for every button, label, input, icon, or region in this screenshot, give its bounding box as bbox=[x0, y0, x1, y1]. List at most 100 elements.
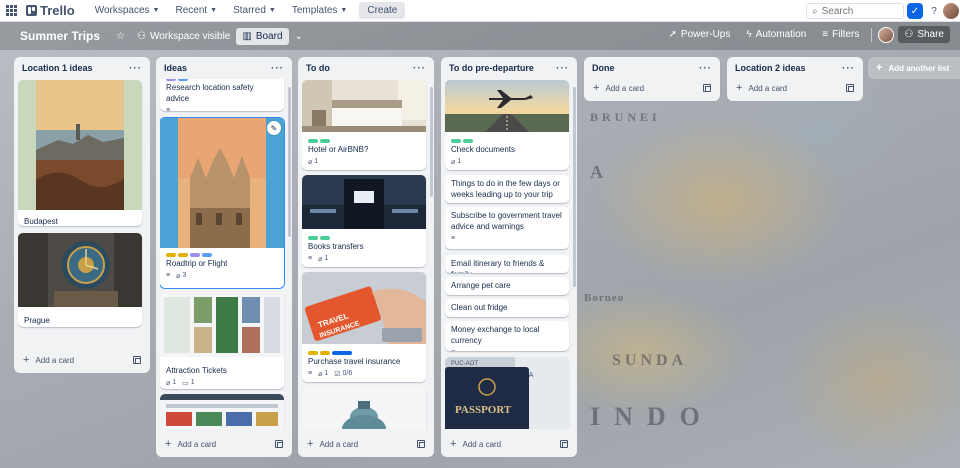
card[interactable]: Subscribe to government travel advice an… bbox=[445, 207, 569, 249]
member-avatar[interactable] bbox=[878, 26, 895, 43]
list-title[interactable]: To do pre-departure bbox=[449, 63, 534, 73]
list-title[interactable]: Location 2 ideas bbox=[735, 63, 806, 73]
list[interactable]: To do pre-departure ··· Check documents ⌀… bbox=[441, 57, 577, 457]
list-menu-icon[interactable]: ··· bbox=[413, 63, 426, 74]
list[interactable]: Location 1 ideas ··· Budapest Prague + A… bbox=[14, 57, 150, 373]
add-card-button[interactable]: + Add a card bbox=[733, 79, 857, 97]
map-label: SUNDA bbox=[612, 352, 688, 369]
recent-menu[interactable]: Recent ▼ bbox=[169, 3, 223, 18]
card[interactable] bbox=[160, 394, 284, 429]
add-card-button[interactable]: + Add a card bbox=[20, 351, 144, 369]
powerups-button[interactable]: ➚ Power-Ups bbox=[663, 26, 737, 43]
card-label[interactable] bbox=[190, 253, 200, 257]
list-menu-icon[interactable]: ··· bbox=[271, 63, 284, 74]
card[interactable]: Books transfers ≡ ⌀ 1 bbox=[302, 175, 426, 267]
share-button[interactable]: ⚇ Share bbox=[898, 26, 950, 43]
list-menu-icon[interactable]: ··· bbox=[842, 63, 855, 74]
trello-logo-icon bbox=[26, 5, 37, 16]
list-menu-icon[interactable]: ··· bbox=[556, 63, 569, 74]
chevron-down-icon[interactable]: ⌄ bbox=[289, 28, 309, 45]
paperclip-icon: ⌀ bbox=[451, 158, 456, 166]
card-label[interactable] bbox=[166, 253, 176, 257]
card-label[interactable] bbox=[320, 139, 330, 143]
card[interactable]: Attraction Tickets ⌀ 1 ▭ 1 bbox=[160, 293, 284, 389]
create-button[interactable]: Create bbox=[359, 2, 406, 19]
svg-text:PUC-AOT: PUC-AOT bbox=[451, 361, 478, 367]
card[interactable]: Clean out fridge bbox=[445, 299, 569, 317]
card-title: Check documents bbox=[451, 145, 516, 154]
paperclip-icon: ⌀ bbox=[166, 379, 171, 387]
workspaces-menu[interactable]: Workspaces ▼ bbox=[89, 3, 166, 18]
list-menu-icon[interactable]: ··· bbox=[699, 63, 712, 74]
card-label[interactable] bbox=[308, 139, 318, 143]
edit-pencil-icon[interactable]: ✎ bbox=[267, 121, 281, 135]
card[interactable]: TRAVEL INSURANCE Purchase travel insuran… bbox=[302, 272, 426, 382]
list[interactable]: To do ··· Hotel or AirBNB? ⌀ 1 Books tra… bbox=[298, 57, 434, 457]
search-input[interactable] bbox=[821, 5, 892, 17]
card[interactable] bbox=[302, 387, 426, 429]
add-card-button[interactable]: + Add a card bbox=[162, 435, 286, 453]
list-title[interactable]: To do bbox=[306, 63, 330, 73]
card[interactable]: ✎ Roadtrip or Flight ≡ ⌀ 3 bbox=[160, 118, 284, 288]
trello-logo[interactable]: Trello bbox=[26, 3, 75, 18]
card[interactable]: Prague bbox=[18, 233, 142, 327]
card[interactable]: Research location safety advice ≡ bbox=[160, 79, 284, 111]
list-scrollbar[interactable] bbox=[288, 87, 291, 237]
list-title[interactable]: Ideas bbox=[164, 63, 187, 73]
card-label[interactable] bbox=[202, 253, 212, 257]
map-label: A bbox=[590, 162, 607, 182]
list[interactable]: Location 2 ideas ··· + Add a card bbox=[727, 57, 863, 101]
card-template-icon[interactable] bbox=[417, 440, 425, 448]
card-label[interactable] bbox=[451, 139, 461, 143]
templates-label: Templates bbox=[291, 5, 338, 16]
add-card-label: Add a card bbox=[177, 439, 217, 449]
add-card-button[interactable]: + Add a card bbox=[590, 79, 714, 97]
card[interactable]: Arrange pet care bbox=[445, 277, 569, 295]
card[interactable]: 16A PASSPORT PUC-AOT bbox=[445, 357, 569, 429]
card-label[interactable] bbox=[308, 351, 318, 355]
card-label[interactable] bbox=[463, 139, 473, 143]
card[interactable]: Money exchange to local currency ≡ bbox=[445, 321, 569, 351]
starred-menu[interactable]: Starred ▼ bbox=[227, 3, 282, 18]
templates-menu[interactable]: Templates ▼ bbox=[286, 3, 354, 18]
automation-button[interactable]: ϟ Automation bbox=[740, 26, 812, 43]
card[interactable]: Budapest bbox=[18, 80, 142, 226]
list-title[interactable]: Location 1 ideas bbox=[22, 63, 93, 73]
help-icon[interactable]: ? bbox=[926, 3, 942, 19]
card[interactable]: Things to do in the few days or weeks le… bbox=[445, 175, 569, 203]
list-scrollbar[interactable] bbox=[573, 87, 576, 287]
visibility-button[interactable]: ⚇ Workspace visible bbox=[131, 28, 236, 45]
logo-text: Trello bbox=[40, 3, 75, 18]
card-label[interactable] bbox=[308, 236, 318, 240]
card-template-icon[interactable] bbox=[275, 440, 283, 448]
notifications-icon[interactable]: ✓ bbox=[907, 3, 923, 19]
card-template-icon[interactable] bbox=[560, 440, 568, 448]
card-template-icon[interactable] bbox=[703, 84, 711, 92]
add-card-button[interactable]: + Add a card bbox=[447, 435, 571, 453]
star-icon[interactable]: ☆ bbox=[110, 28, 131, 45]
card[interactable]: Check documents ⌀ 1 bbox=[445, 80, 569, 170]
list[interactable]: Done ··· + Add a card bbox=[584, 57, 720, 101]
search-box[interactable]: ⌕ bbox=[806, 3, 904, 19]
card-label[interactable] bbox=[178, 79, 188, 81]
card-label[interactable] bbox=[320, 351, 330, 355]
card-label[interactable] bbox=[178, 253, 188, 257]
card-template-icon[interactable] bbox=[133, 356, 141, 364]
list-scrollbar[interactable] bbox=[430, 87, 433, 197]
card-template-icon[interactable] bbox=[846, 84, 854, 92]
board-view-button[interactable]: ▥ Board bbox=[236, 27, 289, 45]
board-title[interactable]: Summer Trips bbox=[20, 29, 100, 43]
list-menu-icon[interactable]: ··· bbox=[129, 63, 142, 74]
avatar[interactable] bbox=[943, 3, 959, 19]
card[interactable]: Hotel or AirBNB? ⌀ 1 bbox=[302, 80, 426, 170]
add-list-button[interactable]: + Add another list bbox=[868, 57, 960, 79]
card[interactable]: Email itinerary to friends & family bbox=[445, 255, 569, 273]
card-label[interactable] bbox=[332, 351, 352, 355]
card-label[interactable] bbox=[166, 79, 176, 81]
filters-button[interactable]: ≡ Filters bbox=[816, 26, 865, 43]
list-title[interactable]: Done bbox=[592, 63, 615, 73]
add-card-button[interactable]: + Add a card bbox=[304, 435, 428, 453]
app-switcher-icon[interactable] bbox=[6, 4, 18, 17]
list[interactable]: Ideas ··· Research location safety advice… bbox=[156, 57, 292, 457]
card-label[interactable] bbox=[320, 236, 330, 240]
